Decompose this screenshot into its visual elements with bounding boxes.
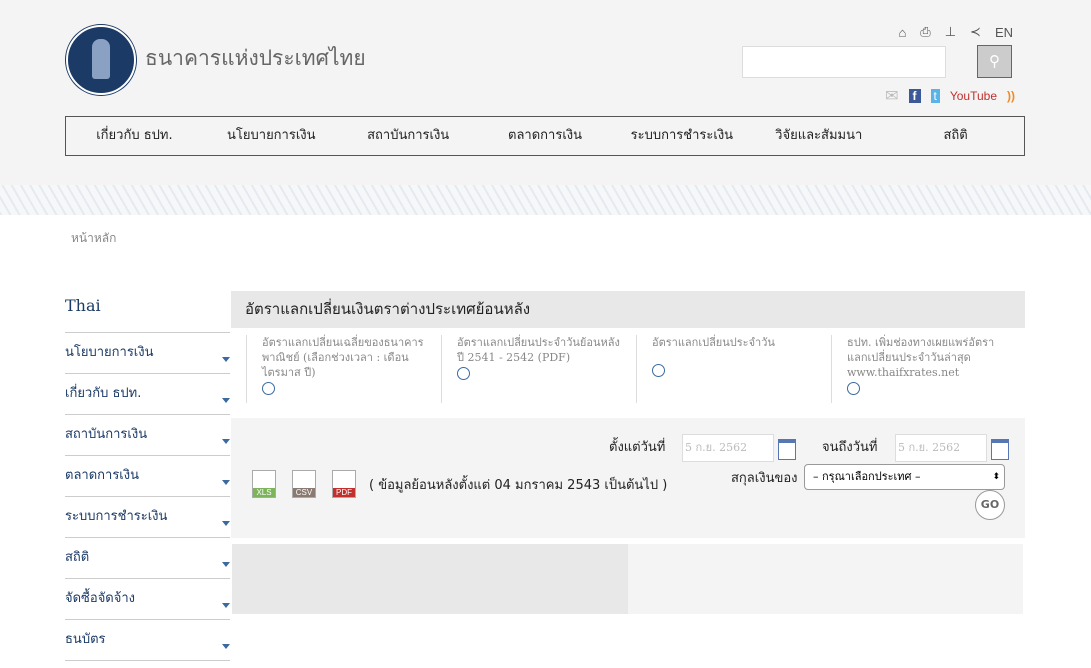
nav-item[interactable]: เกี่ยวกับ ธปท. [66,117,203,155]
link-item[interactable]: อัตราแลกเปลี่ยนประจำวัน [636,335,831,403]
go-button[interactable]: GO [975,490,1005,520]
home-icon[interactable]: ⌂ [898,25,906,40]
csv-download-icon[interactable]: CSV [292,470,316,498]
link-text[interactable]: อัตราแลกเปลี่ยนประจำวันย้อนหลัง ปี 2541 … [457,335,621,365]
related-links: อัตราแลกเปลี่ยนเฉลี่ยของธนาคารพาณิชย์ (เ… [246,335,1026,403]
facebook-icon[interactable]: f [908,89,921,103]
arrow-circle-icon[interactable] [652,364,665,377]
search-icon: ⚲ [989,52,1000,70]
xls-download-icon[interactable]: XLS [252,470,276,498]
sidebar-item[interactable]: นโยบายการเงิน [65,333,230,374]
sidebar: Thai นโยบายการเงิน เกี่ยวกับ ธปท. สถาบัน… [65,296,230,661]
arrow-circle-icon[interactable] [262,382,275,395]
xls-label: XLS [253,488,275,497]
nav-item[interactable]: วิจัยและสัมมนา [750,117,887,155]
csv-label: CSV [293,488,315,497]
search-form: ตั้งแต่วันที่ 5 ก.ย. 2562 จนถึงวันที่ 5 … [231,418,1025,538]
select-arrows-icon: ⬍ [992,472,1000,482]
header: ธนาคารแห่งประเทศไทย ⌂ ⎙ ⊥ ≺ EN ⚲ ✉ f t Y… [0,0,1091,185]
nav-item[interactable]: ตลาดการเงิน [477,117,614,155]
search-button[interactable]: ⚲ [977,45,1012,78]
to-date-label: จนถึงวันที่ [822,440,878,455]
from-date-label: ตั้งแต่วันที่ [609,440,666,455]
from-date-input[interactable]: 5 ก.ย. 2562 [682,434,774,462]
email-icon[interactable]: ✉ [885,86,898,106]
brand-name: ธนาคารแห่งประเทศไทย [145,46,366,70]
social-links: ✉ f t YouTube )) [885,86,1015,106]
page-title: อัตราแลกเปลี่ยนเงินตราต่างประเทศย้อนหลัง [231,291,1025,328]
print-icon[interactable]: ⎙ [920,24,930,40]
arrow-circle-icon[interactable] [457,367,470,380]
bot-logo[interactable] [66,25,136,95]
sidebar-item[interactable]: ตลาดการเงิน [65,456,230,497]
result-area-left [232,544,628,614]
sidebar-item[interactable]: เกี่ยวกับ ธปท. [65,374,230,415]
sidebar-item[interactable]: สถาบันการเงิน [65,415,230,456]
to-date-input[interactable]: 5 ก.ย. 2562 [895,434,987,462]
sidebar-item[interactable]: สถิติ [65,538,230,579]
currency-select[interactable]: – กรุณาเลือกประเทศ – ⬍ [804,464,1005,490]
sidebar-item[interactable]: ธนบัตร [65,620,230,661]
currency-select-value: – กรุณาเลือกประเทศ – [813,470,921,483]
link-item[interactable]: อัตราแลกเปลี่ยนประจำวันย้อนหลัง ปี 2541 … [441,335,636,403]
search-input[interactable] [742,46,946,78]
sidebar-item[interactable]: ระบบการชำระเงิน [65,497,230,538]
share-icon[interactable]: ≺ [970,24,981,40]
data-range-note: ( ข้อมูลย้อนหลังตั้งแต่ 04 มกราคม 2543 เ… [369,478,668,493]
arrow-circle-icon[interactable] [847,382,860,395]
currency-label: สกุลเงินของ [731,471,798,486]
sidebar-heading: Thai [65,296,230,333]
sitemap-icon[interactable]: ⊥ [945,24,956,40]
sidebar-item[interactable]: จัดซื้อจัดจ้าง [65,579,230,620]
link-text[interactable]: ธปท. เพิ่มช่องทางเผยแพร่อัตราแลกเปลี่ยนป… [847,335,1011,380]
result-area-right [628,544,1023,614]
utility-toolbar: ⌂ ⎙ ⊥ ≺ EN [898,24,1013,40]
rss-icon[interactable]: )) [1007,89,1015,103]
language-switch[interactable]: EN [995,25,1013,40]
link-text[interactable]: อัตราแลกเปลี่ยนเฉลี่ยของธนาคารพาณิชย์ (เ… [262,335,426,380]
decorative-banner [0,185,1091,215]
calendar-icon[interactable] [778,439,796,460]
nav-item[interactable]: นโยบายการเงิน [203,117,340,155]
link-text[interactable]: อัตราแลกเปลี่ยนประจำวัน [652,335,816,350]
link-item[interactable]: ธปท. เพิ่มช่องทางเผยแพร่อัตราแลกเปลี่ยนป… [831,335,1026,403]
nav-item[interactable]: ระบบการชำระเงิน [613,117,750,155]
breadcrumb-home[interactable]: หน้าหลัก [71,229,116,248]
pdf-label: PDF [333,488,355,497]
link-item[interactable]: อัตราแลกเปลี่ยนเฉลี่ยของธนาคารพาณิชย์ (เ… [246,335,441,403]
pdf-download-icon[interactable]: PDF [332,470,356,498]
calendar-icon[interactable] [991,439,1009,460]
main-nav: เกี่ยวกับ ธปท. นโยบายการเงิน สถาบันการเง… [65,116,1025,156]
nav-item[interactable]: สถิติ [887,117,1024,155]
twitter-icon[interactable]: t [930,89,940,103]
nav-item[interactable]: สถาบันการเงิน [340,117,477,155]
youtube-icon[interactable]: YouTube [950,89,997,103]
